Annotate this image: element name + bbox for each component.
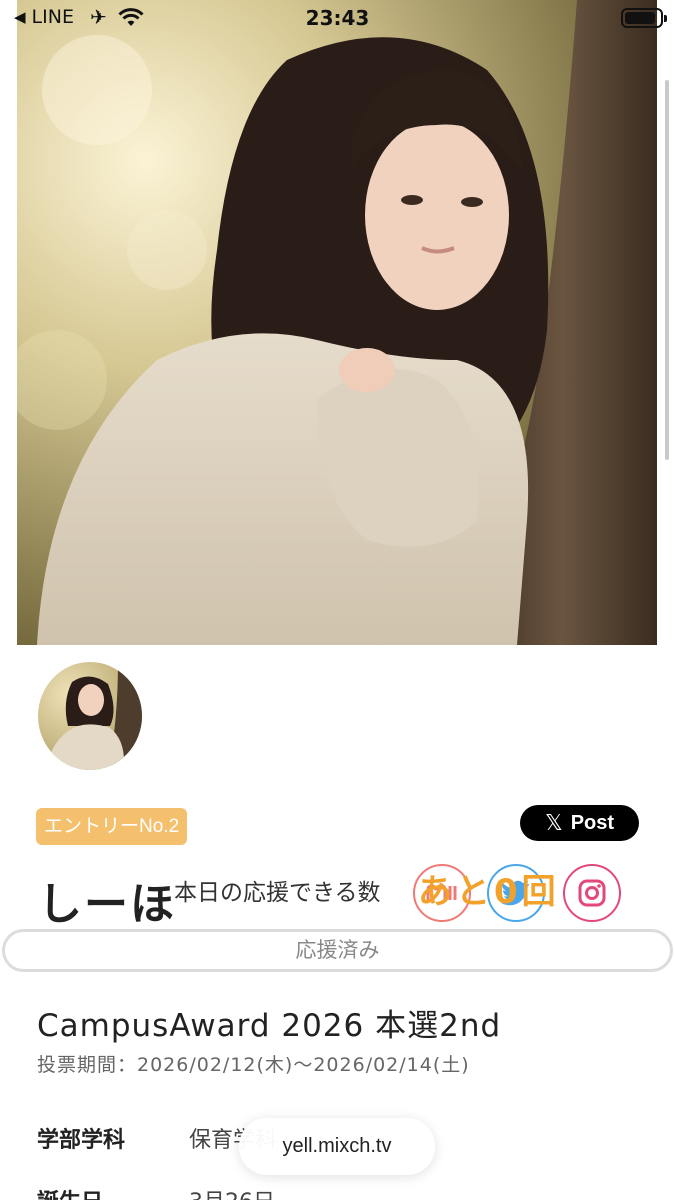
avatar[interactable] [38,662,142,770]
support-count-label: 本日の応援できる数 [174,880,381,906]
event-title: CampusAward 2026 本選2nd [37,1008,502,1044]
contestant-name: しーほ [38,879,176,930]
detail-key: 誕生日 [37,1184,182,1200]
x-post-button[interactable]: 𝕏 Post [520,805,639,841]
x-post-label: Post [570,811,615,834]
status-bar: ◀ LINE ✈ 23:43 [0,0,675,36]
status-time: 23:43 [305,6,370,30]
detail-key: 学部学科 [37,1128,126,1153]
portrait-image [17,0,657,645]
detail-value: 3月26日 [189,1190,275,1200]
detail-row-birthday: 誕生日 3月26日 [37,1184,275,1200]
hero-photo [17,0,657,645]
instagram-link-icon[interactable] [563,864,621,922]
supported-button[interactable]: 応援済み [2,929,673,972]
browser-url-bar[interactable]: yell.mixch.tv [239,1118,435,1175]
page-scrollbar[interactable] [665,80,669,460]
x-logo-icon: 𝕏 [544,810,563,835]
battery-icon [621,8,667,28]
entry-number-badge: エントリーNo.2 [36,808,188,845]
remaining-votes: あと0回 [418,872,560,912]
vote-period: 投票期間：2026/02/12(木)〜2026/02/14(土) [37,1054,470,1076]
